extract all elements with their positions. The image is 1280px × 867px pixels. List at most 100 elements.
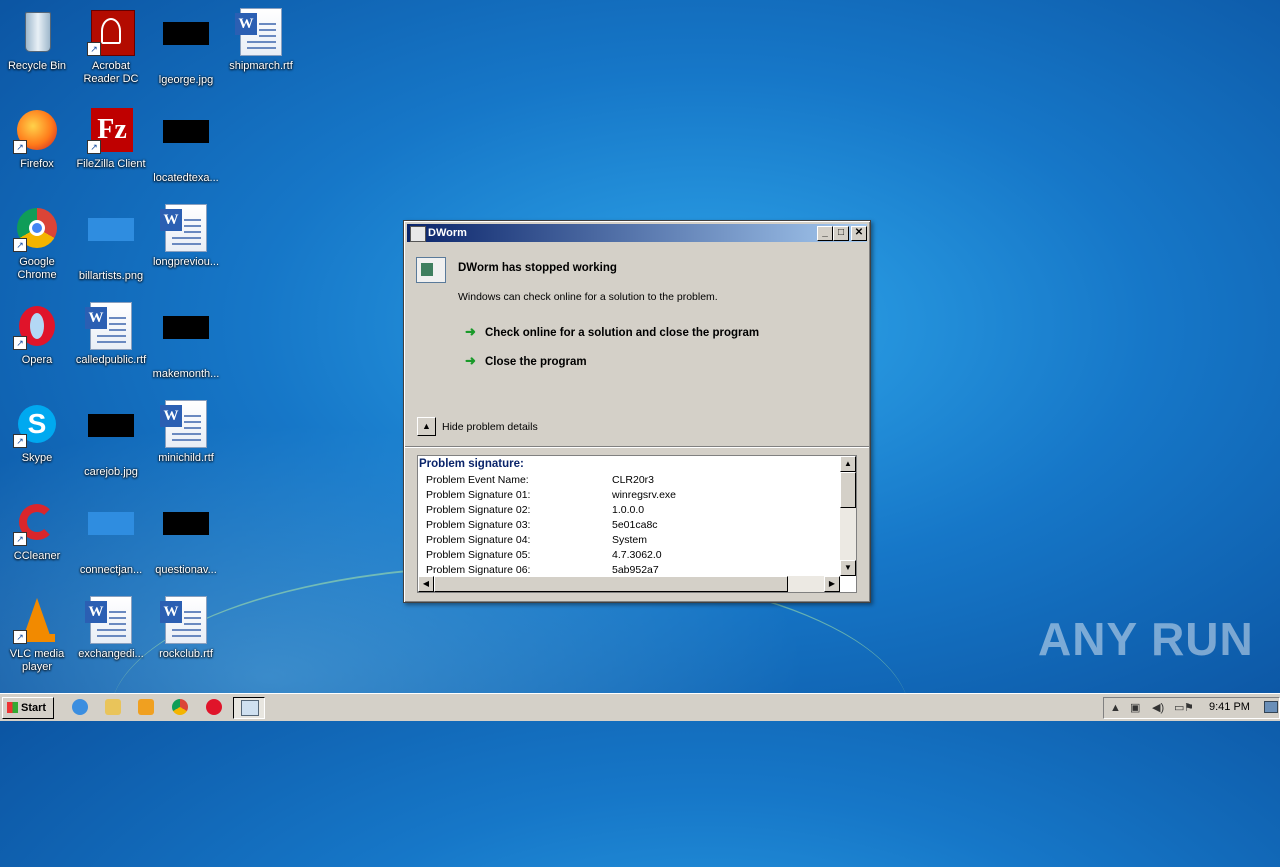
icon-label: longpreviou... (152, 256, 220, 268)
action-label: Check online for a solution and close th… (485, 327, 760, 339)
dialog-titlebar[interactable]: DWorm _ □ ✕ (407, 224, 867, 242)
desktop-icon-locatedtexa[interactable]: locatedtexa... (149, 100, 223, 185)
desktop-icon-longpreviou[interactable]: W longpreviou... (149, 198, 223, 269)
desktop-icon-ccleaner[interactable]: ↗ CCleaner (0, 492, 74, 563)
icon-label: FileZilla Client (76, 158, 146, 170)
icon-label: Google Chrome (17, 256, 57, 281)
action-label: Close the program (485, 356, 587, 368)
desktop-icon-skype[interactable]: S ↗ Skype (0, 394, 74, 465)
file-explorer-icon[interactable] (105, 699, 121, 715)
desktop-icon-makemonth[interactable]: makemonth... (149, 296, 223, 381)
taskbar-active-window[interactable] (233, 697, 265, 719)
check-online-action[interactable]: ➜ Check online for a solution and close t… (465, 324, 759, 340)
system-tray: ▲ ▣ ◀) ▭ ⚑ 9:41 PM (1103, 697, 1280, 719)
icon-label: calledpublic.rtf (75, 354, 147, 366)
details-row: Problem Signature 01: winregsrv.exe (426, 489, 676, 501)
icon-label: minichild.rtf (158, 452, 214, 464)
scroll-left-arrow-icon[interactable]: ◀ (418, 576, 434, 592)
icon-label: exchangedi... (78, 648, 144, 660)
vlc-cone-icon: ↗ (13, 596, 61, 644)
maximize-button[interactable]: □ (833, 226, 849, 241)
desktop-icon-google-chrome[interactable]: ↗ Google Chrome (0, 198, 74, 282)
details-toggle-label[interactable]: Hide problem details (442, 421, 538, 433)
divider (405, 446, 869, 448)
shortcut-arrow-icon: ↗ (87, 42, 101, 56)
shortcut-arrow-icon: ↗ (13, 434, 27, 448)
scroll-right-arrow-icon[interactable]: ▶ (824, 576, 840, 592)
icon-label: carejob.jpg (84, 466, 138, 478)
show-hidden-icons-icon[interactable]: ▲ (1110, 702, 1122, 714)
word-document-icon: W (160, 204, 210, 252)
details-row: Problem Signature 03: 5e01ca8c (426, 519, 658, 531)
desktop-icon-acrobat-reader[interactable]: ↗ Acrobat Reader DC (74, 2, 148, 86)
shortcut-arrow-icon: ↗ (13, 238, 27, 252)
desktop-icon-lgeorge[interactable]: lgeorge.jpg (149, 2, 223, 87)
word-document-icon: W (235, 8, 285, 56)
media-player-icon[interactable] (138, 699, 154, 715)
details-row: Problem Signature 02: 1.0.0.0 (426, 504, 645, 516)
desktop-icon-firefox[interactable]: ↗ Firefox (0, 100, 74, 171)
icon-label: Opera (21, 354, 53, 366)
recycle-bin-icon (13, 8, 61, 56)
icon-label: shipmarch.rtf (229, 60, 293, 72)
details-row: Problem Signature 05: 4.7.3062.0 (426, 549, 662, 561)
icon-label: Firefox (20, 158, 54, 170)
desktop-icon-vlc[interactable]: ↗ VLC media player (0, 590, 74, 674)
network-icon[interactable]: ▣ (1130, 702, 1142, 714)
image-file-icon (87, 218, 135, 266)
details-toggle-button[interactable]: ▲ (417, 417, 436, 436)
volume-icon[interactable]: ◀) (1152, 702, 1164, 714)
details-row: Problem Signature 06: 5ab952a7 (426, 564, 659, 576)
desktop-icon-exchangedi[interactable]: W exchangedi... (74, 590, 148, 661)
scroll-down-arrow-icon[interactable]: ▼ (840, 560, 856, 576)
skype-icon: S ↗ (13, 400, 61, 448)
word-document-icon: W (160, 596, 210, 644)
icon-label: rockclub.rtf (159, 648, 213, 660)
scroll-up-arrow-icon[interactable]: ▲ (840, 456, 856, 472)
desktop-icon-connectjan[interactable]: connectjan... (74, 492, 148, 577)
desktop-icon-filezilla[interactable]: Fz ↗ FileZilla Client (74, 100, 148, 171)
show-desktop-button[interactable] (1264, 701, 1278, 713)
desktop-icon-rockclub[interactable]: W rockclub.rtf (149, 590, 223, 661)
green-arrow-icon: ➜ (465, 353, 476, 368)
horizontal-scroll-thumb[interactable] (434, 576, 788, 592)
start-button[interactable]: Start (2, 697, 54, 719)
desktop-icon-billartists[interactable]: billartists.png (74, 198, 148, 283)
problem-details-text: Problem signature: Problem Event Name: CL… (418, 456, 840, 576)
vertical-scrollbar[interactable]: ▲ ▼ (840, 456, 856, 576)
action-center-flag-icon[interactable]: ⚑ (1184, 702, 1196, 714)
icon-label: Skype (21, 452, 53, 464)
shortcut-arrow-icon: ↗ (87, 140, 101, 154)
dialog-subtext: Windows can check online for a solution … (458, 291, 718, 303)
taskbar: Start ▲ ▣ ◀) ▭ ⚑ 9:41 PM (0, 693, 1280, 721)
desktop-icon-calledpublic[interactable]: W calledpublic.rtf (74, 296, 148, 367)
problem-details-box[interactable]: Problem signature: Problem Event Name: CL… (417, 455, 857, 593)
word-document-icon: W (160, 400, 210, 448)
image-file-icon (87, 512, 135, 560)
desktop-icon-questionav[interactable]: questionav... (149, 492, 223, 577)
vertical-scroll-thumb[interactable] (840, 472, 856, 508)
horizontal-scrollbar[interactable]: ◀ ▶ (418, 576, 840, 592)
word-document-icon: W (85, 302, 135, 350)
desktop-icon-shipmarch[interactable]: W shipmarch.rtf (224, 2, 298, 73)
image-file-icon (87, 414, 135, 462)
chrome-taskbar-icon[interactable] (172, 699, 188, 715)
app-window-icon (410, 226, 426, 242)
clock[interactable]: 9:41 PM (1209, 701, 1250, 713)
close-program-action[interactable]: ➜ Close the program (465, 353, 587, 369)
desktop-icon-carejob[interactable]: carejob.jpg (74, 394, 148, 479)
desktop-icon-minichild[interactable]: W minichild.rtf (149, 394, 223, 465)
error-dialog[interactable]: DWorm _ □ ✕ DWorm has stopped working Wi… (403, 220, 871, 603)
internet-explorer-icon[interactable] (72, 699, 88, 715)
windows-logo-icon (7, 702, 18, 713)
acrobat-icon: ↗ (87, 8, 135, 56)
image-file-icon (162, 22, 210, 70)
close-button[interactable]: ✕ (851, 226, 867, 241)
desktop-icon-opera[interactable]: ↗ Opera (0, 296, 74, 367)
problem-signature-title: Problem signature: (419, 458, 524, 470)
minimize-button[interactable]: _ (817, 226, 833, 241)
opera-taskbar-icon[interactable] (206, 699, 222, 715)
desktop-icon-recycle-bin[interactable]: Recycle Bin (0, 2, 74, 73)
icon-label: lgeorge.jpg (158, 74, 214, 86)
shortcut-arrow-icon: ↗ (13, 532, 27, 546)
